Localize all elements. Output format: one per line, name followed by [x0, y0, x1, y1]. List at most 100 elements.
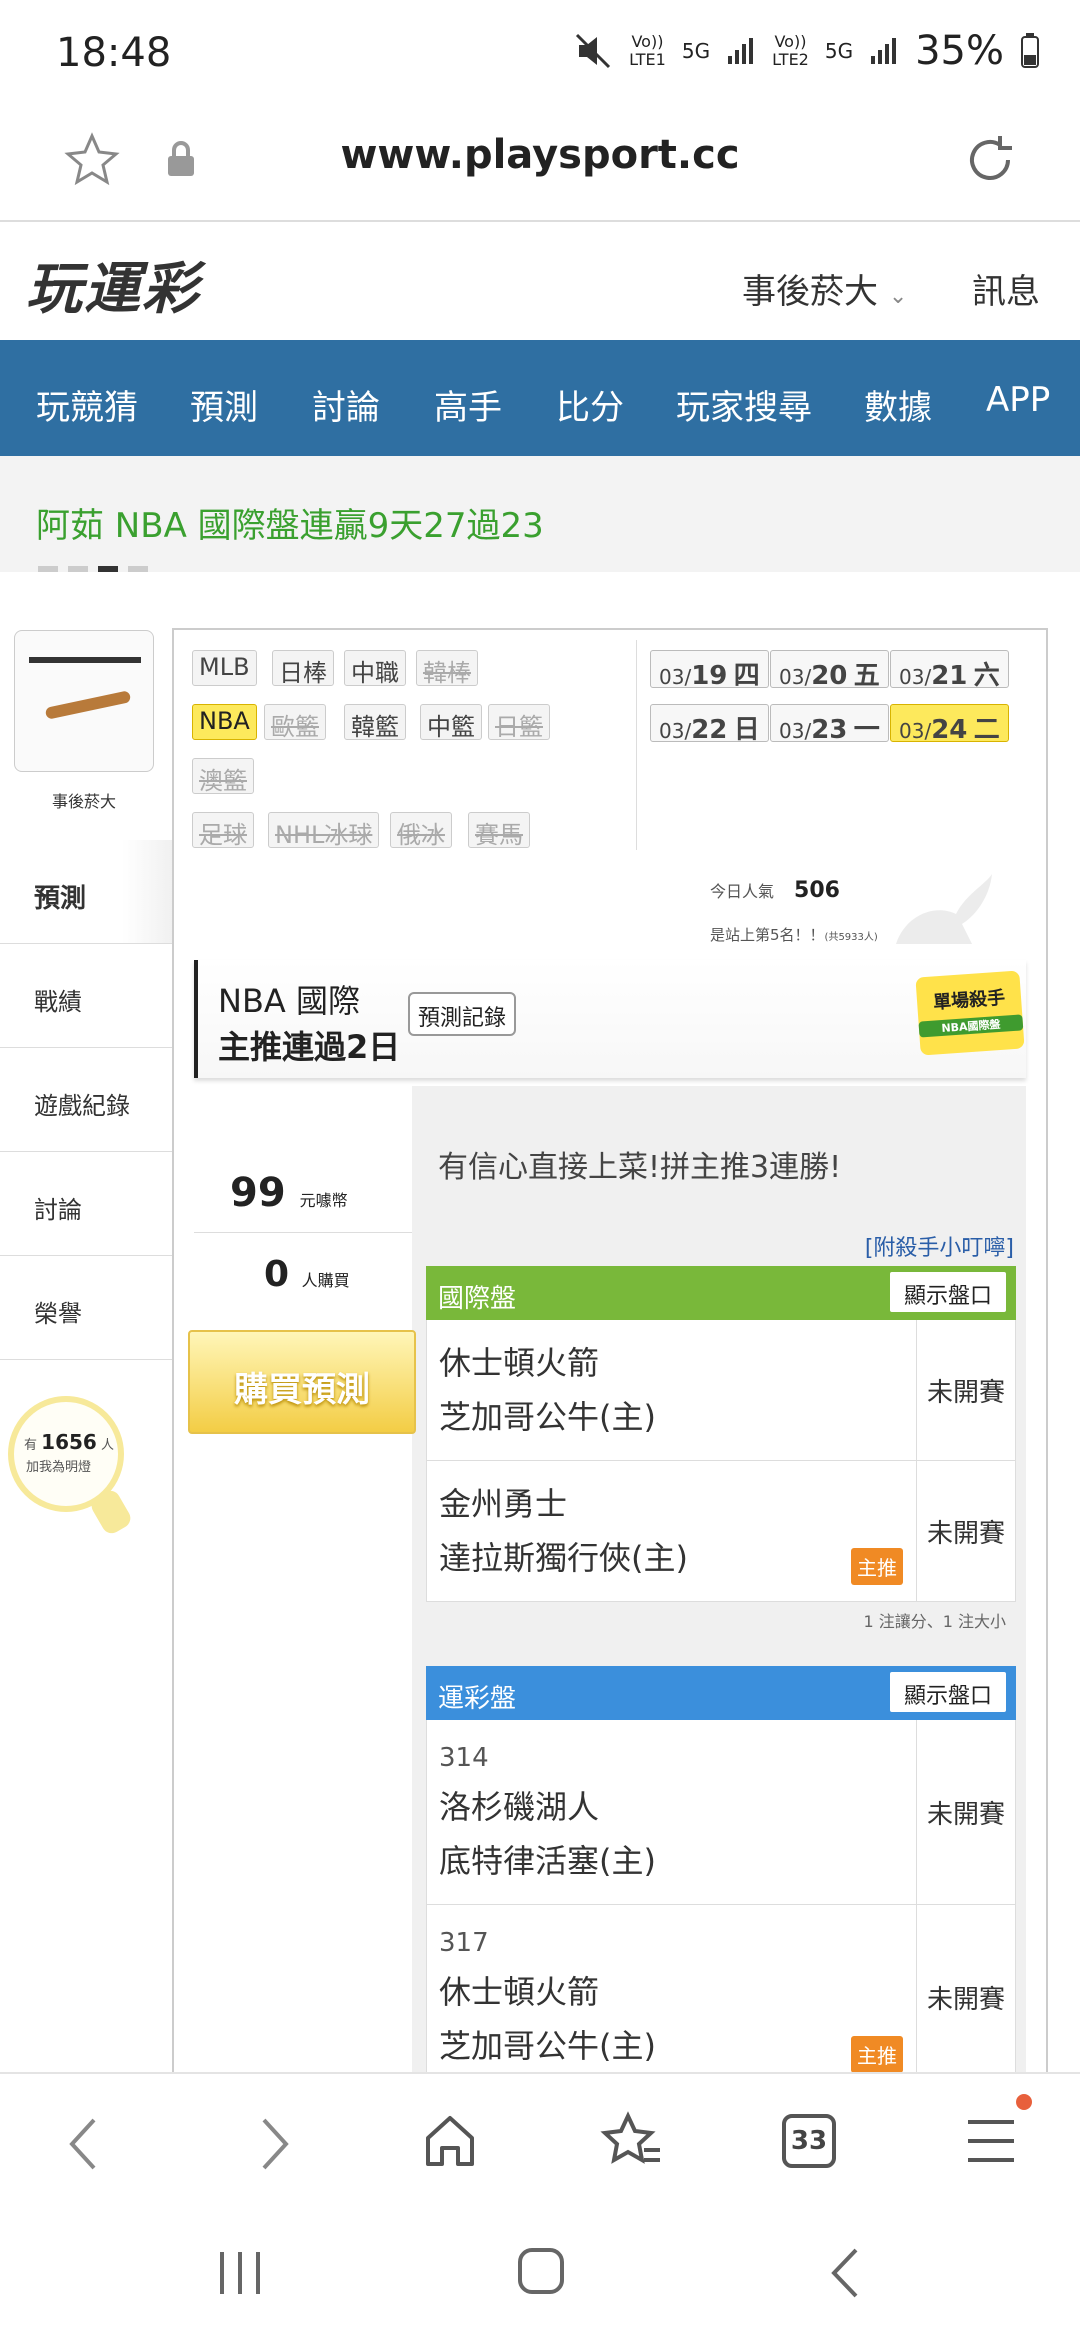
sidebar-item-game-log[interactable]: 遊戲紀錄 — [0, 1048, 174, 1152]
home-icon[interactable] — [420, 2110, 480, 2170]
sidebar-item-discussion[interactable]: 討論 — [0, 1152, 174, 1256]
news-marquee: 阿茹 NBA 國際盤連贏9天27過23 — [0, 456, 1080, 572]
browser-url-bar: www.playsport.cc — [0, 110, 1080, 222]
home-team: 達拉斯獨行俠(主) — [439, 1539, 688, 1577]
table-title: 運彩盤 — [438, 1684, 517, 1714]
price-value: 99 — [230, 1170, 286, 1216]
nav-item[interactable]: 玩家搜尋 — [676, 380, 812, 429]
table-row[interactable]: 314 洛杉磯湖人 底特律活塞(主) 未開賽 — [426, 1720, 1016, 1905]
buy-prediction-button[interactable]: 購買預測 — [188, 1330, 416, 1434]
sidebar-item-honor[interactable]: 榮譽 — [0, 1256, 174, 1360]
bookmarks-icon[interactable] — [600, 2110, 664, 2170]
divider — [194, 1232, 412, 1233]
sidebar-item-record[interactable]: 戰績 — [0, 944, 174, 1048]
messages-link[interactable]: 訊息 — [972, 264, 1040, 313]
nav-item[interactable]: 預測 — [190, 380, 258, 429]
date-month: 03/ — [779, 665, 812, 689]
user-menu[interactable]: 事後菸大 ⌄ — [742, 264, 907, 313]
game-code: 317 — [439, 1928, 489, 1958]
intl-table-header: 國際盤 顯示盤口 — [426, 1266, 1016, 1320]
recents-icon[interactable] — [216, 2248, 264, 2298]
back-nav-icon[interactable] — [826, 2246, 862, 2300]
sidebar-item-predict[interactable]: 預測 — [0, 840, 174, 944]
back-icon[interactable] — [64, 2114, 104, 2174]
fans-count: 1656 — [41, 1430, 97, 1454]
date-weekday: 一 — [853, 715, 880, 745]
date-day: 19 — [691, 661, 728, 691]
menu-icon[interactable] — [966, 2118, 1016, 2164]
date-month: 03/ — [659, 719, 692, 743]
marquee-text[interactable]: 阿茹 NBA 國際盤連贏9天27過23 — [36, 498, 544, 547]
date-day: 24 — [931, 715, 968, 745]
game-status: 未開賽 — [926, 1378, 1005, 1408]
site-logo[interactable]: 玩運彩 — [26, 244, 200, 325]
carousel-dot[interactable] — [98, 566, 118, 572]
home-nav-icon[interactable] — [516, 2246, 566, 2296]
nav-item[interactable]: APP — [986, 380, 1050, 420]
avatar[interactable] — [14, 630, 154, 772]
show-odds-button[interactable]: 顯示盤口 — [889, 1672, 1006, 1712]
badge-title: 單場殺手 — [932, 987, 1006, 1014]
price-unit: 元噱幣 — [299, 1191, 348, 1210]
status-icons: Vo)) LTE1 5G Vo)) LTE2 5G 35% — [573, 28, 1040, 74]
battery-percent: 35% — [915, 28, 1004, 74]
league-tag[interactable]: 日棒 — [272, 650, 334, 687]
league-tag[interactable]: 中籃 — [420, 704, 482, 741]
date-tab[interactable]: 03/19 四 — [650, 650, 769, 691]
forward-icon[interactable] — [254, 2114, 294, 2174]
mute-icon — [576, 33, 611, 69]
league-tag[interactable]: MLB — [192, 650, 257, 686]
table-row[interactable]: 休士頓火箭 芝加哥公牛(主) 未開賽 — [426, 1320, 1016, 1461]
league-tag[interactable]: 中職 — [344, 650, 406, 687]
popularity-value: 506 — [794, 878, 840, 903]
show-odds-button[interactable]: 顯示盤口 — [889, 1272, 1006, 1312]
fans-prefix: 有 — [24, 1438, 38, 1453]
nav-item[interactable]: 數據 — [864, 380, 932, 429]
nav-item[interactable]: 高手 — [434, 380, 502, 429]
date-month: 03/ — [899, 719, 932, 743]
date-tab[interactable]: 03/23 一 — [770, 704, 889, 745]
game-status: 未開賽 — [926, 1985, 1005, 2015]
divider — [636, 640, 637, 850]
league-tag[interactable]: 韓籃 — [344, 704, 406, 741]
badge-sub: NBA國際盤 — [918, 1014, 1024, 1038]
league-tag[interactable]: NBA — [192, 704, 257, 740]
date-tab[interactable]: 03/22 日 — [650, 704, 769, 745]
nav-item[interactable]: 討論 — [312, 380, 380, 429]
table-row[interactable]: 金州勇士 達拉斯獨行俠(主) 主推 未開賽 — [426, 1461, 1016, 1602]
records-button[interactable]: 預測記錄 — [408, 992, 517, 1036]
date-day: 21 — [931, 661, 968, 691]
buyers-unit: 人購買 — [301, 1271, 350, 1290]
away-team: 休士頓火箭 — [439, 1973, 600, 2011]
date-day: 23 — [811, 715, 848, 745]
browser-toolbar: 33 — [0, 2072, 1080, 2208]
url-text[interactable]: www.playsport.cc — [0, 132, 1080, 178]
carousel-dot[interactable] — [128, 566, 148, 572]
date-weekday: 六 — [973, 661, 1000, 691]
tabs-button[interactable]: 33 — [782, 2114, 836, 2168]
carousel-dot[interactable] — [68, 566, 88, 572]
buyers-value: 0 — [264, 1254, 290, 1295]
date-month: 03/ — [659, 665, 692, 689]
table-row[interactable]: 317 休士頓火箭 芝加哥公牛(主) 主推 未開賽 — [426, 1905, 1016, 2090]
net2-label: 5G — [824, 39, 854, 63]
expert-streak: 主推連過2日 — [218, 1028, 401, 1066]
fans-label: 加我為明燈 — [26, 1460, 92, 1475]
date-tab[interactable]: 03/20 五 — [770, 650, 889, 691]
nav-item[interactable]: 玩競猜 — [36, 380, 138, 429]
reload-icon[interactable] — [960, 130, 1020, 190]
battery-icon — [1021, 33, 1039, 68]
popularity-label: 今日人氣 — [710, 882, 775, 901]
date-tab[interactable]: 03/21 六 — [890, 650, 1009, 691]
date-tab[interactable]: 03/24 二 — [890, 704, 1009, 745]
fans-unit: 人 — [100, 1438, 114, 1453]
predict-area: 99 元噱幣 0 人購買 購買預測 有信心直接上菜!拼主推3連勝! [附殺手小叮… — [188, 1086, 1026, 2090]
nav-item[interactable]: 比分 — [556, 380, 624, 429]
lte2-indicator: Vo)) LTE2 — [772, 32, 809, 69]
carousel-dot[interactable] — [38, 566, 58, 572]
tip-link[interactable]: [附殺手小叮嚀] — [865, 1230, 1014, 1262]
home-team: 芝加哥公牛(主) — [439, 2027, 656, 2065]
clock: 18:48 — [56, 30, 172, 76]
game-code: 314 — [439, 1743, 489, 1773]
avatar-image — [44, 690, 132, 720]
